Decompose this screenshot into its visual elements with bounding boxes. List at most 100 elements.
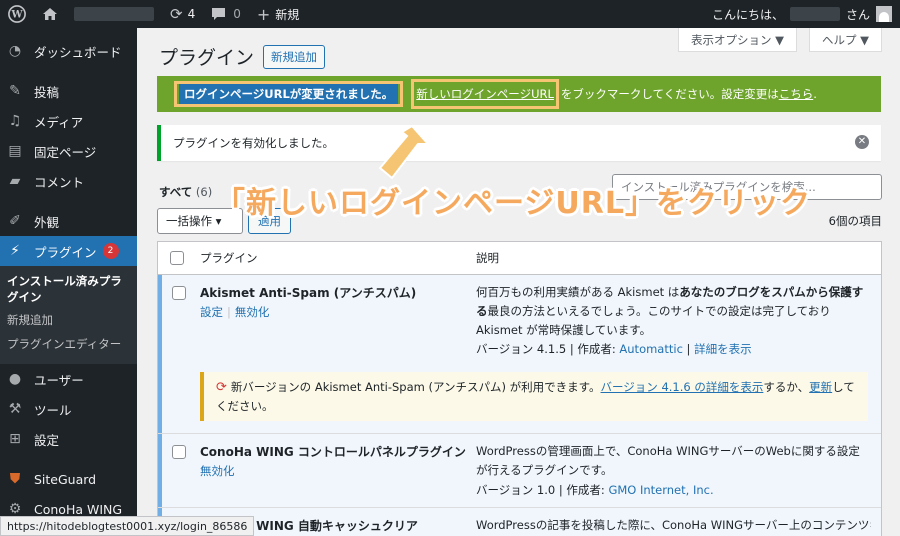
sidebar-item-comments[interactable]: ▰ コメント: [0, 166, 137, 196]
update-text-mid: するか、: [763, 380, 810, 394]
sidebar-item-label: ユーザー: [34, 372, 84, 388]
activation-text: プラグインを有効化しました。: [173, 136, 334, 150]
plus-icon: +: [256, 4, 271, 24]
home-icon[interactable]: [34, 0, 66, 28]
table-header: プラグイン 説明: [158, 242, 881, 275]
sidebar-item-pages[interactable]: ▤ 固定ページ: [0, 136, 137, 166]
wordpress-logo-icon[interactable]: W: [0, 0, 34, 28]
conoha-icon: ⚙: [8, 501, 22, 518]
submenu-plugin-editor[interactable]: プラグインエディター: [0, 333, 137, 357]
desc-text: 何百万もの利用実績がある Akismet は: [476, 285, 680, 299]
table-row: Akismet Anti-Spam (アンチスパム) 設定 | 無効化 何百万もの利…: [158, 275, 881, 433]
deactivate-link[interactable]: 無効化: [235, 305, 270, 319]
add-new-button[interactable]: 新規追加: [263, 45, 325, 69]
row-checkbox[interactable]: [172, 286, 186, 300]
dismiss-icon[interactable]: ✕: [855, 135, 869, 149]
select-all-checkbox[interactable]: [170, 251, 184, 265]
sidebar-item-label: ConoHa WING: [34, 501, 123, 517]
comments-count: 0: [233, 7, 241, 21]
appearance-icon: ✐: [9, 213, 21, 229]
new-content-link[interactable]: + 新規: [249, 0, 307, 28]
media-icon: ♫: [8, 113, 22, 129]
pin-icon: ✎: [9, 83, 21, 99]
sidebar-item-tools[interactable]: ⚒ ツール: [0, 394, 137, 424]
submenu-add-new[interactable]: 新規追加: [0, 309, 137, 333]
item-count: 6個の項目: [828, 214, 882, 228]
sidebar-item-users[interactable]: ● ユーザー: [0, 364, 137, 394]
sidebar-item-label: メディア: [34, 114, 84, 130]
plugin-name: Akismet Anti-Spam (アンチスパム): [200, 286, 417, 300]
details-link[interactable]: 詳細を表示: [694, 342, 752, 356]
main-content: 表示オプション ▼ ヘルプ ▼ プラグイン 新規追加 ログインページURLが変更…: [137, 28, 900, 536]
plugin-actions: 設定 | 無効化: [200, 305, 270, 319]
sidebar-item-label: コメント: [34, 174, 85, 190]
bookmark-text: をブックマークしてください。設定変更は: [560, 87, 779, 101]
wrench-icon: ⚒: [8, 401, 22, 418]
author-label: 作成者:: [577, 342, 616, 356]
sidebar-item-appearance[interactable]: ✐ 外観: [0, 206, 137, 236]
avatar: [876, 6, 892, 22]
siteguard-icon: ⛊: [9, 471, 21, 488]
version-label: バージョン 4.1.5: [476, 342, 567, 356]
page-title: プラグイン: [159, 47, 255, 69]
sidebar-item-label: 固定ページ: [34, 144, 97, 160]
screen-options-button[interactable]: 表示オプション ▼: [678, 28, 797, 52]
admin-bar: W ⟳ 4 0 + 新規 こんにちは、 さん: [0, 0, 900, 28]
refresh-icon: ⟳: [170, 5, 183, 23]
page-icon: ▤: [8, 143, 22, 159]
deactivate-link[interactable]: 無効化: [200, 464, 235, 478]
new-login-url-link[interactable]: 新しいログインページURL: [411, 79, 559, 109]
updates-count: 4: [187, 7, 196, 21]
filter-all-count: (6): [195, 185, 213, 199]
update-now-link[interactable]: 更新: [809, 380, 832, 394]
browser-status-url: https://hitodeblogtest0001.xyz/login_865…: [0, 516, 255, 536]
settings-here-link[interactable]: こちら: [779, 86, 814, 102]
comment-icon: ▰: [9, 173, 21, 189]
sidebar-item-label: 投稿: [34, 84, 60, 100]
sidebar-item-label: 設定: [34, 432, 60, 448]
sidebar-item-label: ダッシュボード: [34, 44, 122, 60]
author-link[interactable]: Automattic: [619, 342, 683, 356]
sidebar-item-settings[interactable]: ⊞ 設定: [0, 424, 137, 454]
view-version-details-link[interactable]: バージョン 4.1.6 の詳細を表示: [601, 380, 764, 394]
author-label: 作成者:: [566, 483, 605, 497]
sidebar-item-siteguard[interactable]: ⛊ SiteGuard: [0, 464, 137, 494]
update-notice: ⟳ 新バージョンの Akismet Anti-Spam (アンチスパム) が利用で…: [200, 372, 868, 421]
comments-link[interactable]: 0: [203, 0, 249, 28]
table-row: ConoHa WING コントロールパネルプラグイン 無効化 WordPress…: [158, 434, 881, 507]
version-label: バージョン 1.0: [476, 483, 556, 497]
site-name[interactable]: [66, 0, 162, 28]
sidebar-item-posts[interactable]: ✎ 投稿: [0, 76, 137, 106]
update-text: 新バージョンの Akismet Anti-Spam (アンチスパム) が利用でき…: [230, 380, 601, 394]
submenu-installed-plugins[interactable]: インストール済みプラグイン: [0, 270, 137, 309]
comment-bubble-icon: [212, 8, 226, 20]
settings-link[interactable]: 設定: [200, 305, 223, 319]
column-header-description: 説明: [476, 251, 499, 265]
login-changed-highlight: ログインページURLが変更されました。: [174, 81, 404, 107]
sidebar-item-dashboard[interactable]: ◔ ダッシュボード: [0, 36, 137, 66]
filter-all[interactable]: すべて: [159, 185, 192, 199]
sidebar-item-label: 外観: [34, 214, 60, 230]
plugin-name: ConoHa WING コントロールパネルプラグイン: [200, 445, 466, 459]
dashboard-icon: ◔: [8, 43, 22, 59]
activation-notice: プラグインを有効化しました。 ✕: [157, 125, 881, 161]
plugin-status-filters: すべて (6): [159, 184, 212, 200]
greeting: こんにちは、: [711, 7, 784, 22]
row-checkbox[interactable]: [172, 445, 186, 459]
sidebar-item-plugins[interactable]: ⚡ プラグイン 2: [0, 236, 137, 266]
sidebar-item-media[interactable]: ♫ メディア: [0, 106, 137, 136]
updates-link[interactable]: ⟳ 4: [162, 0, 203, 28]
new-label: 新規: [275, 7, 300, 22]
my-account[interactable]: こんにちは、 さん: [712, 0, 900, 28]
plugin-icon: ⚡: [10, 243, 20, 259]
author-link[interactable]: GMO Internet, Inc.: [608, 483, 713, 497]
plugins-table: プラグイン 説明 Akismet Anti-Spam (アンチスパム) 設定 | 無…: [157, 241, 882, 536]
update-refresh-icon: ⟳: [216, 380, 227, 395]
settings-icon: ⊞: [9, 431, 21, 448]
desc-text-2: 最良の方法といえるでしょう。このサイトでの設定は完了しており Akismet が…: [476, 304, 831, 337]
sidebar-item-label: ツール: [34, 402, 72, 418]
help-button[interactable]: ヘルプ ▼: [809, 28, 882, 52]
plugin-description: 何百万もの利用実績がある Akismet はあなたのブログをスパムから保護する最…: [476, 283, 871, 340]
table-row: ConoHa WING 自動キャッシュクリア WordPressの記事を投稿した…: [158, 508, 881, 536]
annotation-arrow-icon: [378, 124, 430, 180]
